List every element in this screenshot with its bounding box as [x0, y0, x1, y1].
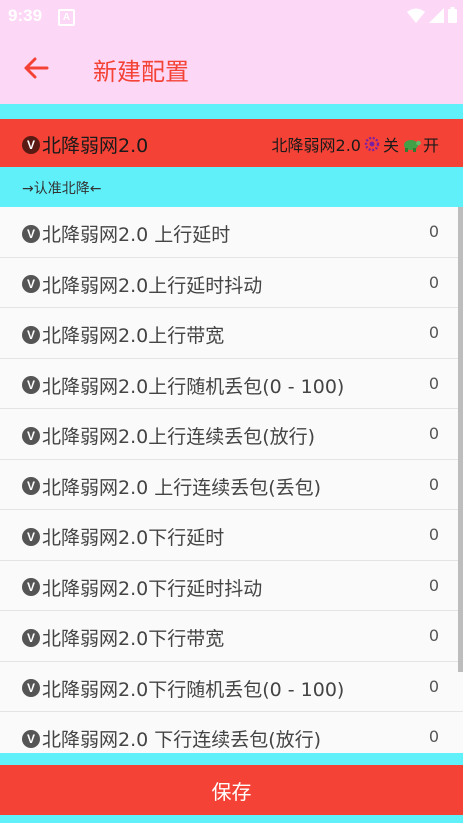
turtle-icon [403, 140, 421, 152]
status-time: 9:39 [8, 6, 43, 25]
wifi-icon [407, 8, 425, 23]
list-item[interactable]: V 北降弱网2.0 上行连续丢包(丢包) 0 [0, 460, 463, 510]
scrollbar[interactable] [458, 207, 463, 672]
off-label[interactable]: 关 [383, 132, 399, 156]
settings-list[interactable]: V 北降弱网2.0 上行延时 0 V 北降弱网2.0上行延时抖动 0 V 北降弱网2.… [0, 207, 463, 753]
item-value: 0 [428, 575, 439, 595]
notice-text: →认准北降← [22, 181, 102, 197]
v-badge-icon: V [22, 679, 40, 697]
v-badge-icon: V [22, 275, 40, 293]
spacer [0, 753, 463, 765]
item-label: 北降弱网2.0上行延时抖动 [42, 274, 263, 297]
app-bar: 新建配置 [0, 30, 463, 104]
notification-icon: A [58, 9, 75, 26]
switch-toggle[interactable]: 北降弱网2.0 关 开 [272, 132, 439, 156]
v-badge-icon: V [22, 729, 40, 748]
item-value: 0 [428, 626, 439, 645]
item-label: 北降弱网2.0 上行延时 [42, 224, 231, 246]
on-label[interactable]: 开 [423, 132, 439, 156]
list-item[interactable]: V 北降弱网2.0下行随机丢包(0 - 100) 0 [0, 662, 463, 712]
item-value: 0 [428, 676, 439, 696]
v-badge-icon: V [22, 426, 40, 445]
v-badge-icon: V [22, 628, 40, 647]
gear-icon [364, 136, 380, 152]
list-item[interactable]: V 北降弱网2.0 下行连续丢包(放行) 0 [0, 712, 463, 753]
v-badge-icon: V [22, 578, 40, 596]
list-item[interactable]: V 北降弱网2.0下行延时 0 [0, 510, 463, 561]
switch-row-title: 北降弱网2.0 [42, 135, 149, 157]
spacer [0, 104, 463, 119]
item-label: 北降弱网2.0下行随机丢包(0 - 100) [42, 678, 345, 701]
item-value: 0 [428, 222, 439, 241]
list-item[interactable]: V 北降弱网2.0上行连续丢包(放行) 0 [0, 409, 463, 460]
list-item[interactable]: V 北降弱网2.0上行延时抖动 0 [0, 258, 463, 308]
switch-name: 北降弱网2.0 [271, 136, 361, 155]
switch-row-label: V 北降弱网2.0 [22, 131, 148, 158]
item-label: 北降弱网2.0上行连续丢包(放行) [42, 426, 316, 448]
page-title: 新建配置 [93, 58, 189, 86]
back-arrow-icon[interactable] [22, 54, 50, 82]
v-badge-icon: V [22, 477, 40, 495]
signal-icon [429, 7, 444, 23]
v-badge-icon: V [22, 376, 40, 394]
v-badge-icon: V [22, 527, 40, 546]
v-badge-icon: V [22, 325, 40, 344]
status-bar: 9:39 A [0, 0, 463, 30]
item-value: 0 [428, 474, 439, 494]
battery-icon [448, 7, 457, 23]
item-label: 北降弱网2.0 上行连续丢包(丢包) [42, 476, 322, 499]
v-badge-icon: V [22, 135, 40, 154]
v-badge-icon: V [22, 224, 40, 243]
system-icons [407, 7, 457, 23]
list-item[interactable]: V 北降弱网2.0 上行延时 0 [0, 207, 463, 258]
notice-banner: →认准北降← [0, 167, 463, 207]
item-label: 北降弱网2.0上行随机丢包(0 - 100) [42, 375, 345, 398]
list-item[interactable]: V 北降弱网2.0上行带宽 0 [0, 308, 463, 359]
master-switch-row[interactable]: V 北降弱网2.0 北降弱网2.0 关 开 [0, 119, 463, 167]
item-label: 北降弱网2.0下行带宽 [42, 628, 225, 650]
item-value: 0 [428, 424, 439, 443]
list-item[interactable]: V 北降弱网2.0下行延时抖动 0 [0, 561, 463, 611]
item-value: 0 [428, 525, 439, 544]
bottom-strip [0, 815, 463, 823]
item-value: 0 [428, 373, 439, 393]
item-value: 0 [428, 272, 439, 292]
item-label: 北降弱网2.0上行带宽 [42, 325, 225, 347]
list-item[interactable]: V 北降弱网2.0下行带宽 0 [0, 611, 463, 662]
save-button[interactable]: 保存 [0, 765, 463, 815]
list-item[interactable]: V 北降弱网2.0上行随机丢包(0 - 100) 0 [0, 359, 463, 409]
item-label: 北降弱网2.0下行延时 [42, 527, 225, 549]
item-value: 0 [428, 727, 439, 746]
item-label: 北降弱网2.0下行延时抖动 [42, 577, 263, 600]
item-value: 0 [428, 323, 439, 342]
item-label: 北降弱网2.0 下行连续丢包(放行) [42, 729, 322, 751]
